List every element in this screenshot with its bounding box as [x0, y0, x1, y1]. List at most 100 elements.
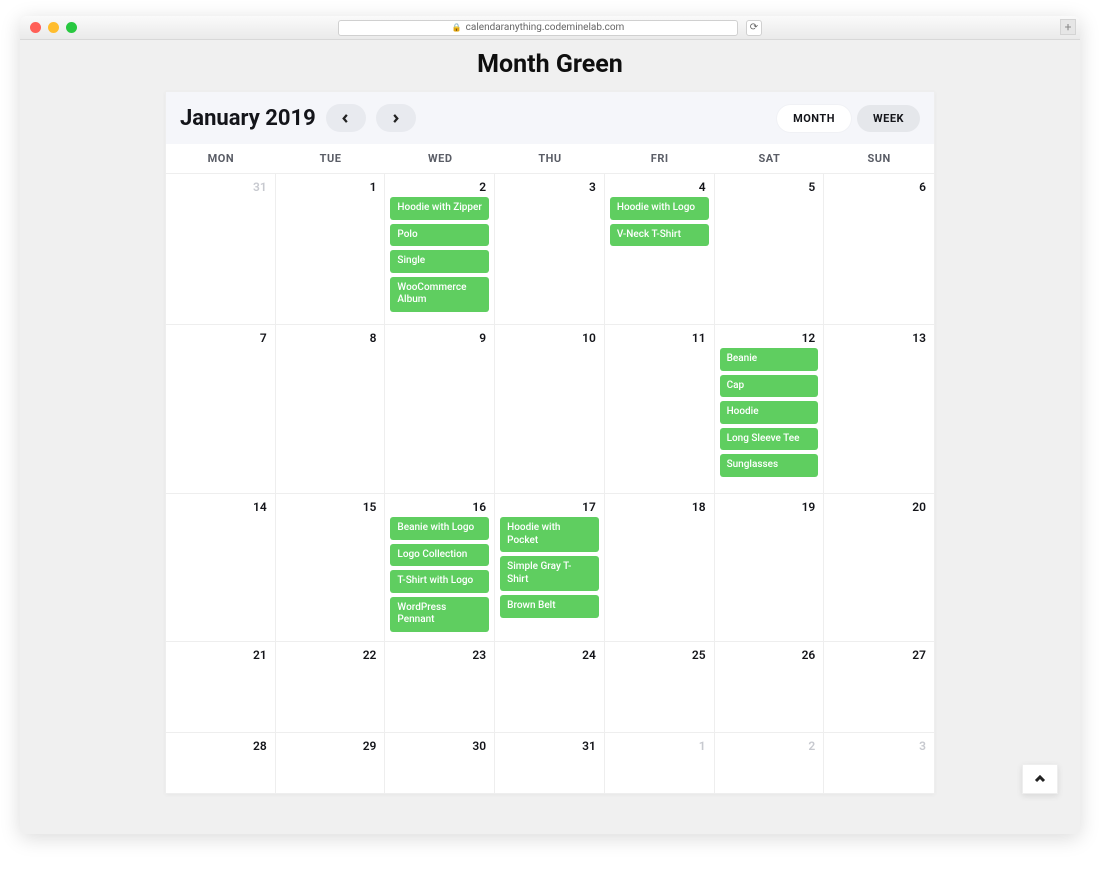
calendar-event[interactable]: WooCommerce Album: [390, 277, 489, 312]
day-number: 4: [610, 180, 709, 194]
day-number: 14: [171, 500, 270, 514]
url-bar[interactable]: 🔒 calendaranything.codeminelab.com: [338, 20, 738, 36]
calendar-cell[interactable]: 7: [166, 325, 276, 493]
day-number: 13: [829, 331, 929, 345]
calendar-cell[interactable]: 6: [824, 174, 934, 324]
day-header: SAT: [715, 144, 825, 173]
calendar-event[interactable]: Beanie: [720, 348, 819, 371]
calendar-cell[interactable]: 17Hoodie with PocketSimple Gray T-ShirtB…: [495, 494, 605, 641]
calendar-event[interactable]: Simple Gray T-Shirt: [500, 556, 599, 591]
calendar-event[interactable]: Hoodie with Pocket: [500, 517, 599, 552]
reload-button[interactable]: ⟳: [746, 20, 762, 36]
calendar-cell[interactable]: 1: [605, 733, 715, 793]
day-header: FRI: [605, 144, 715, 173]
calendar-cell[interactable]: 22: [276, 642, 386, 732]
calendar-cell[interactable]: 14: [166, 494, 276, 641]
day-number: 9: [390, 331, 489, 345]
day-number: 11: [610, 331, 709, 345]
maximize-window-button[interactable]: [66, 22, 77, 33]
calendar-cell[interactable]: 13: [824, 325, 934, 493]
calendar-week: 31 12 Hoodie with Zipper Polo Single WooComme…: [166, 174, 934, 325]
calendar-cell[interactable]: 25: [605, 642, 715, 732]
calendar-event[interactable]: T-Shirt with Logo: [390, 570, 489, 593]
month-view-button[interactable]: MONTH: [777, 105, 851, 132]
calendar-cell[interactable]: 2: [715, 733, 825, 793]
day-number: 3: [500, 180, 599, 194]
calendar-cell[interactable]: 3: [824, 733, 934, 793]
calendar-event[interactable]: Hoodie with Zipper: [390, 197, 489, 220]
traffic-lights: [30, 22, 77, 33]
calendar-cell[interactable]: 1: [276, 174, 386, 324]
minimize-window-button[interactable]: [48, 22, 59, 33]
calendar-cell[interactable]: 4 Hoodie with Logo V-Neck T-Shirt: [605, 174, 715, 324]
day-number: 3: [829, 739, 929, 753]
calendar-event[interactable]: Beanie with Logo: [390, 517, 489, 540]
browser-window: 🔒 calendaranything.codeminelab.com ⟳ + M…: [20, 16, 1080, 834]
calendar-cell[interactable]: 11: [605, 325, 715, 493]
week-view-button[interactable]: WEEK: [857, 105, 920, 132]
calendar-cell[interactable]: 10: [495, 325, 605, 493]
day-number: 29: [281, 739, 380, 753]
calendar-event[interactable]: Single: [390, 250, 489, 273]
calendar-cell[interactable]: 8: [276, 325, 386, 493]
page-title: Month Green: [20, 50, 1080, 79]
calendar-cell[interactable]: 23: [385, 642, 495, 732]
calendar-event[interactable]: Hoodie: [720, 401, 819, 424]
calendar-cell[interactable]: 21: [166, 642, 276, 732]
calendar-week: 14 15 16 Beanie with Logo Logo Collection T-S…: [166, 494, 934, 642]
scroll-to-top-button[interactable]: [1022, 764, 1058, 794]
calendar-cell[interactable]: 28: [166, 733, 276, 793]
day-number: 16: [390, 500, 489, 514]
calendar-cell[interactable]: 30: [385, 733, 495, 793]
day-number: 20: [829, 500, 929, 514]
calendar-cell[interactable]: 12 Beanie Cap Hoodie Long Sleeve Tee Sunglass…: [715, 325, 825, 493]
calendar-cell[interactable]: 3: [495, 174, 605, 324]
calendar-title: January 2019: [180, 106, 316, 131]
day-header: MON: [166, 144, 276, 173]
calendar-event[interactable]: Long Sleeve Tee: [720, 428, 819, 451]
calendar-cell[interactable]: 16 Beanie with Logo Logo Collection T-Shirt…: [385, 494, 495, 641]
day-number: 22: [281, 648, 380, 662]
calendar-cell[interactable]: 9: [385, 325, 495, 493]
day-number: 18: [610, 500, 709, 514]
new-tab-button[interactable]: +: [1060, 19, 1076, 35]
calendar-cell[interactable]: 31: [495, 733, 605, 793]
calendar-cell[interactable]: 15: [276, 494, 386, 641]
calendar-week: 789 10 11 12 Beanie Cap Hoodie Long Sleeve Tee S…: [166, 325, 934, 494]
next-button[interactable]: [376, 104, 416, 132]
calendar-cell[interactable]: 29: [276, 733, 386, 793]
calendar-event[interactable]: Polo: [390, 224, 489, 247]
calendar-cell[interactable]: 19: [715, 494, 825, 641]
page-content: Month Green January 2019 MONTH WEEK M: [20, 40, 1080, 834]
calendar-cell[interactable]: 20: [824, 494, 934, 641]
calendar-cell[interactable]: 2 Hoodie with Zipper Polo Single WooCommerce…: [385, 174, 495, 324]
day-header: WED: [385, 144, 495, 173]
chevron-right-icon: [391, 114, 400, 123]
day-number: 12: [720, 331, 819, 345]
day-number: 21: [171, 648, 270, 662]
day-number: 2: [720, 739, 819, 753]
calendar-event[interactable]: Sunglasses: [720, 454, 819, 477]
calendar-event[interactable]: V-Neck T-Shirt: [610, 224, 709, 247]
calendar-event[interactable]: Logo Collection: [390, 544, 489, 567]
calendar-cell[interactable]: 5: [715, 174, 825, 324]
calendar-cell[interactable]: 18: [605, 494, 715, 641]
calendar-event[interactable]: Hoodie with Logo: [610, 197, 709, 220]
calendar: January 2019 MONTH WEEK MONTUEWEDTHUFRIS…: [165, 91, 935, 794]
lock-icon: 🔒: [452, 23, 462, 32]
day-number: 10: [500, 331, 599, 345]
day-number: 31: [171, 180, 270, 194]
prev-button[interactable]: [326, 104, 366, 132]
close-window-button[interactable]: [30, 22, 41, 33]
calendar-event[interactable]: WordPress Pennant: [390, 597, 489, 632]
calendar-cell[interactable]: 31: [166, 174, 276, 324]
calendar-event[interactable]: Cap: [720, 375, 819, 398]
day-number: 2: [390, 180, 489, 194]
url-bar-wrap: 🔒 calendaranything.codeminelab.com ⟳: [338, 20, 762, 36]
day-number: 15: [281, 500, 380, 514]
calendar-cell[interactable]: 24: [495, 642, 605, 732]
calendar-cell[interactable]: 27: [824, 642, 934, 732]
calendar-cell[interactable]: 26: [715, 642, 825, 732]
calendar-event[interactable]: Brown Belt: [500, 595, 599, 618]
day-number: 30: [390, 739, 489, 753]
